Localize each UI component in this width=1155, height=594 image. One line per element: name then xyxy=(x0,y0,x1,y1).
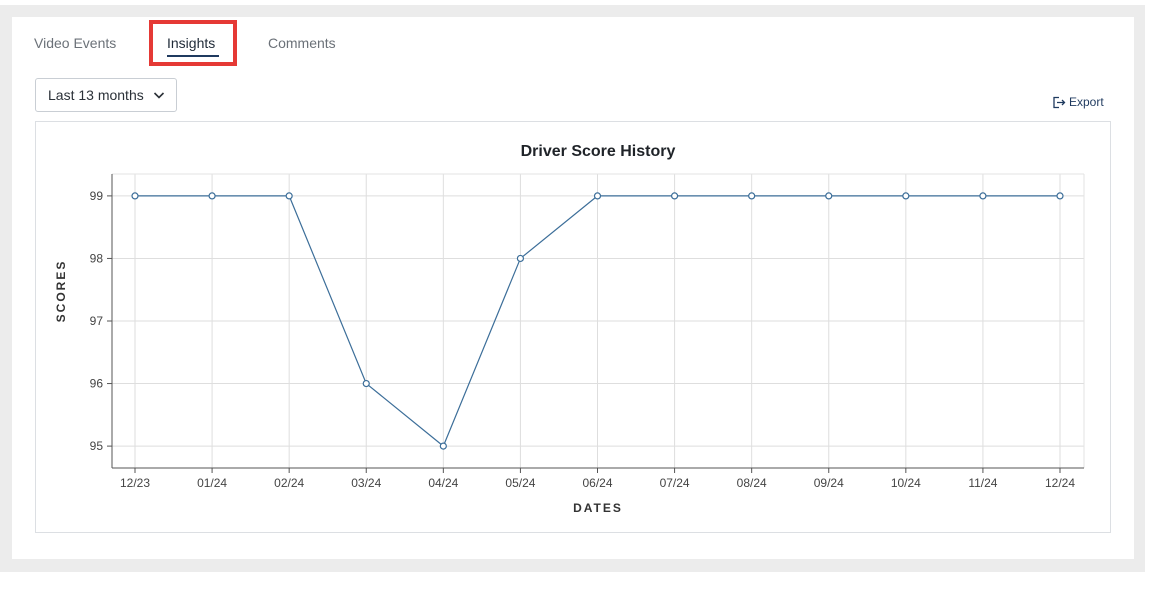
chart-canvas: Driver Score History 95 96 97 98 99 12/23 01/24… xyxy=(54,143,1085,515)
export-icon xyxy=(1053,96,1066,108)
y-tick-label: 96 xyxy=(90,377,104,391)
x-tick-label: 11/24 xyxy=(968,476,997,490)
data-point xyxy=(825,192,833,200)
y-axis-label: SCORES xyxy=(54,260,68,323)
data-point xyxy=(979,192,987,200)
data-point xyxy=(902,192,910,200)
tab-comments[interactable]: Comments xyxy=(268,35,336,51)
data-point xyxy=(362,379,370,388)
data-point xyxy=(285,192,293,200)
driver-score-chart: Driver Score History 95 96 97 98 99 12/23 01/24… xyxy=(35,121,1111,533)
y-tick-label: 98 xyxy=(90,251,104,265)
chart-title: Driver Score History xyxy=(521,143,676,160)
x-tick-label: 12/23 xyxy=(120,476,150,490)
x-tick-label: 03/24 xyxy=(351,476,381,490)
export-button[interactable]: Export xyxy=(1052,95,1104,109)
date-range-value: Last 13 months xyxy=(48,87,144,103)
y-tick-label: 95 xyxy=(90,439,104,453)
x-tick-label: 04/24 xyxy=(428,476,458,490)
x-axis-label: DATES xyxy=(573,501,623,515)
x-tick-label: 09/24 xyxy=(814,476,844,490)
data-point xyxy=(670,192,679,200)
date-range-dropdown[interactable]: Last 13 months xyxy=(35,78,177,112)
data-point xyxy=(439,442,447,450)
x-tick-label: 02/24 xyxy=(274,476,304,490)
data-point xyxy=(208,192,216,200)
x-tick-label: 12/24 xyxy=(1045,476,1075,490)
chevron-down-icon xyxy=(152,88,166,102)
page-background: Video Events Insights Comments Last 13 m… xyxy=(0,0,1155,594)
x-tick-label: 06/24 xyxy=(582,476,612,490)
x-tick-label: 05/24 xyxy=(505,476,535,490)
data-point xyxy=(516,254,525,263)
tab-video-events[interactable]: Video Events xyxy=(34,35,116,51)
x-tick-label: 10/24 xyxy=(891,476,921,490)
data-point xyxy=(748,192,756,200)
data-point xyxy=(1056,192,1064,200)
data-point xyxy=(593,192,602,200)
tab-highlight-box xyxy=(149,20,237,66)
x-tick-label: 07/24 xyxy=(660,476,690,490)
y-tick-label: 99 xyxy=(90,189,104,203)
export-label: Export xyxy=(1069,95,1104,109)
y-tick-label: 97 xyxy=(90,314,104,328)
data-point xyxy=(131,192,139,200)
x-tick-label: 08/24 xyxy=(737,476,767,490)
x-tick-label: 01/24 xyxy=(197,476,227,490)
